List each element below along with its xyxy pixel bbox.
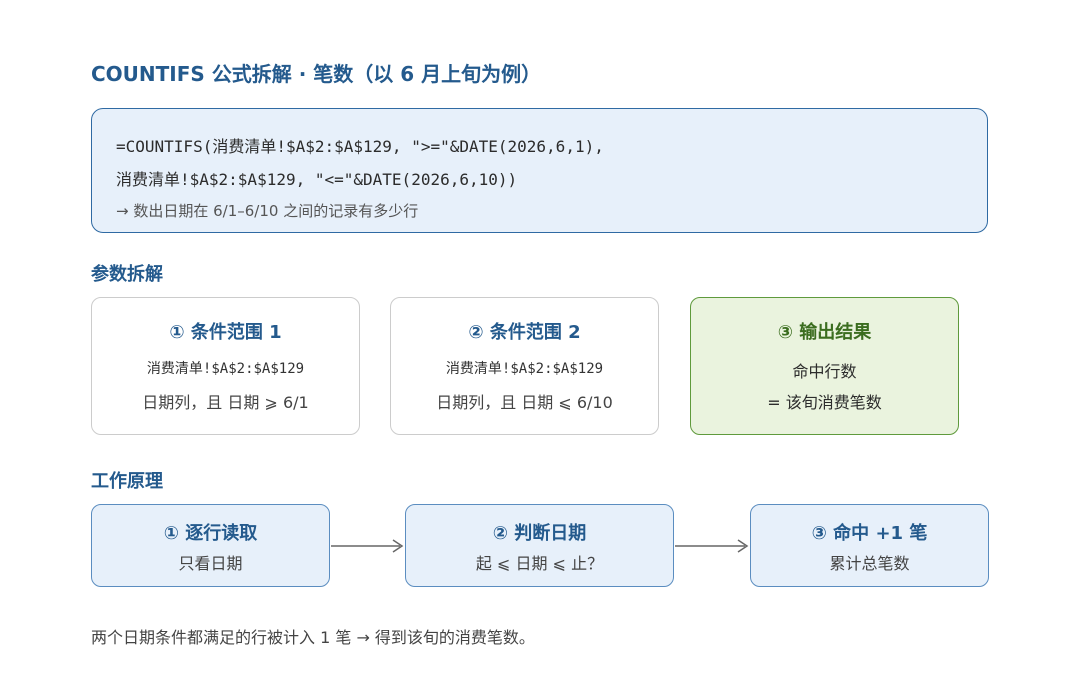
flow-step-sub: 只看日期 [178,554,243,573]
param-card-result: 命中行数 [792,362,857,381]
param-card-desc: = 该旬消费笔数 [767,393,882,412]
param-card-range-2: ② 条件范围 2 消费清单!$A$2:$A$129 日期列，且 日期 ⩽ 6/1… [390,297,659,435]
flow-step-title: ① 逐行读取 [163,523,258,544]
flow-step-title: ② 判断日期 [492,523,587,544]
formula-line-2: 消费清单!$A$2:$A$129, "<="&DATE(2026,6,10)) [116,170,518,189]
flow-step-count: ③ 命中 +1 笔 累计总笔数 [750,504,989,587]
param-card-title: ② 条件范围 2 [468,322,581,343]
param-card-desc: 日期列，且 日期 ⩽ 6/10 [436,393,613,412]
section-heading-params: 参数拆解 [91,264,163,285]
param-card-desc: 日期列，且 日期 ⩾ 6/1 [142,393,309,412]
flow-arrow-1-head [392,539,404,553]
param-card-title: ③ 输出结果 [777,322,872,343]
flow-step-sub: 起 ⩽ 日期 ⩽ 止？ [475,554,604,573]
flow-step-judge: ② 判断日期 起 ⩽ 日期 ⩽ 止？ [405,504,674,587]
param-card-range: 消费清单!$A$2:$A$129 [146,361,305,377]
page-title: COUNTIFS 公式拆解 · 笔数（以 6 月上旬为例） [91,62,542,86]
formula-line-1: =COUNTIFS(消费清单!$A$2:$A$129, ">="&DATE(20… [116,137,604,156]
formula-box: =COUNTIFS(消费清单!$A$2:$A$129, ">="&DATE(20… [91,108,988,233]
flow-step-read: ① 逐行读取 只看日期 [91,504,330,587]
flow-step-title: ③ 命中 +1 笔 [811,523,928,544]
flow-arrow-2-head [737,539,749,553]
param-card-range-1: ① 条件范围 1 消费清单!$A$2:$A$129 日期列，且 日期 ⩾ 6/1 [91,297,360,435]
param-card-output: ③ 输出结果 命中行数 = 该旬消费笔数 [690,297,959,435]
section-heading-flow: 工作原理 [91,471,163,492]
param-card-title: ① 条件范围 1 [169,322,282,343]
footer-note: 两个日期条件都满足的行被计入 1 笔 → 得到该旬的消费笔数。 [91,628,535,647]
formula-note: → 数出日期在 6/1–6/10 之间的记录有多少行 [116,202,419,220]
flow-step-sub: 累计总笔数 [829,554,910,573]
param-card-range: 消费清单!$A$2:$A$129 [445,361,604,377]
